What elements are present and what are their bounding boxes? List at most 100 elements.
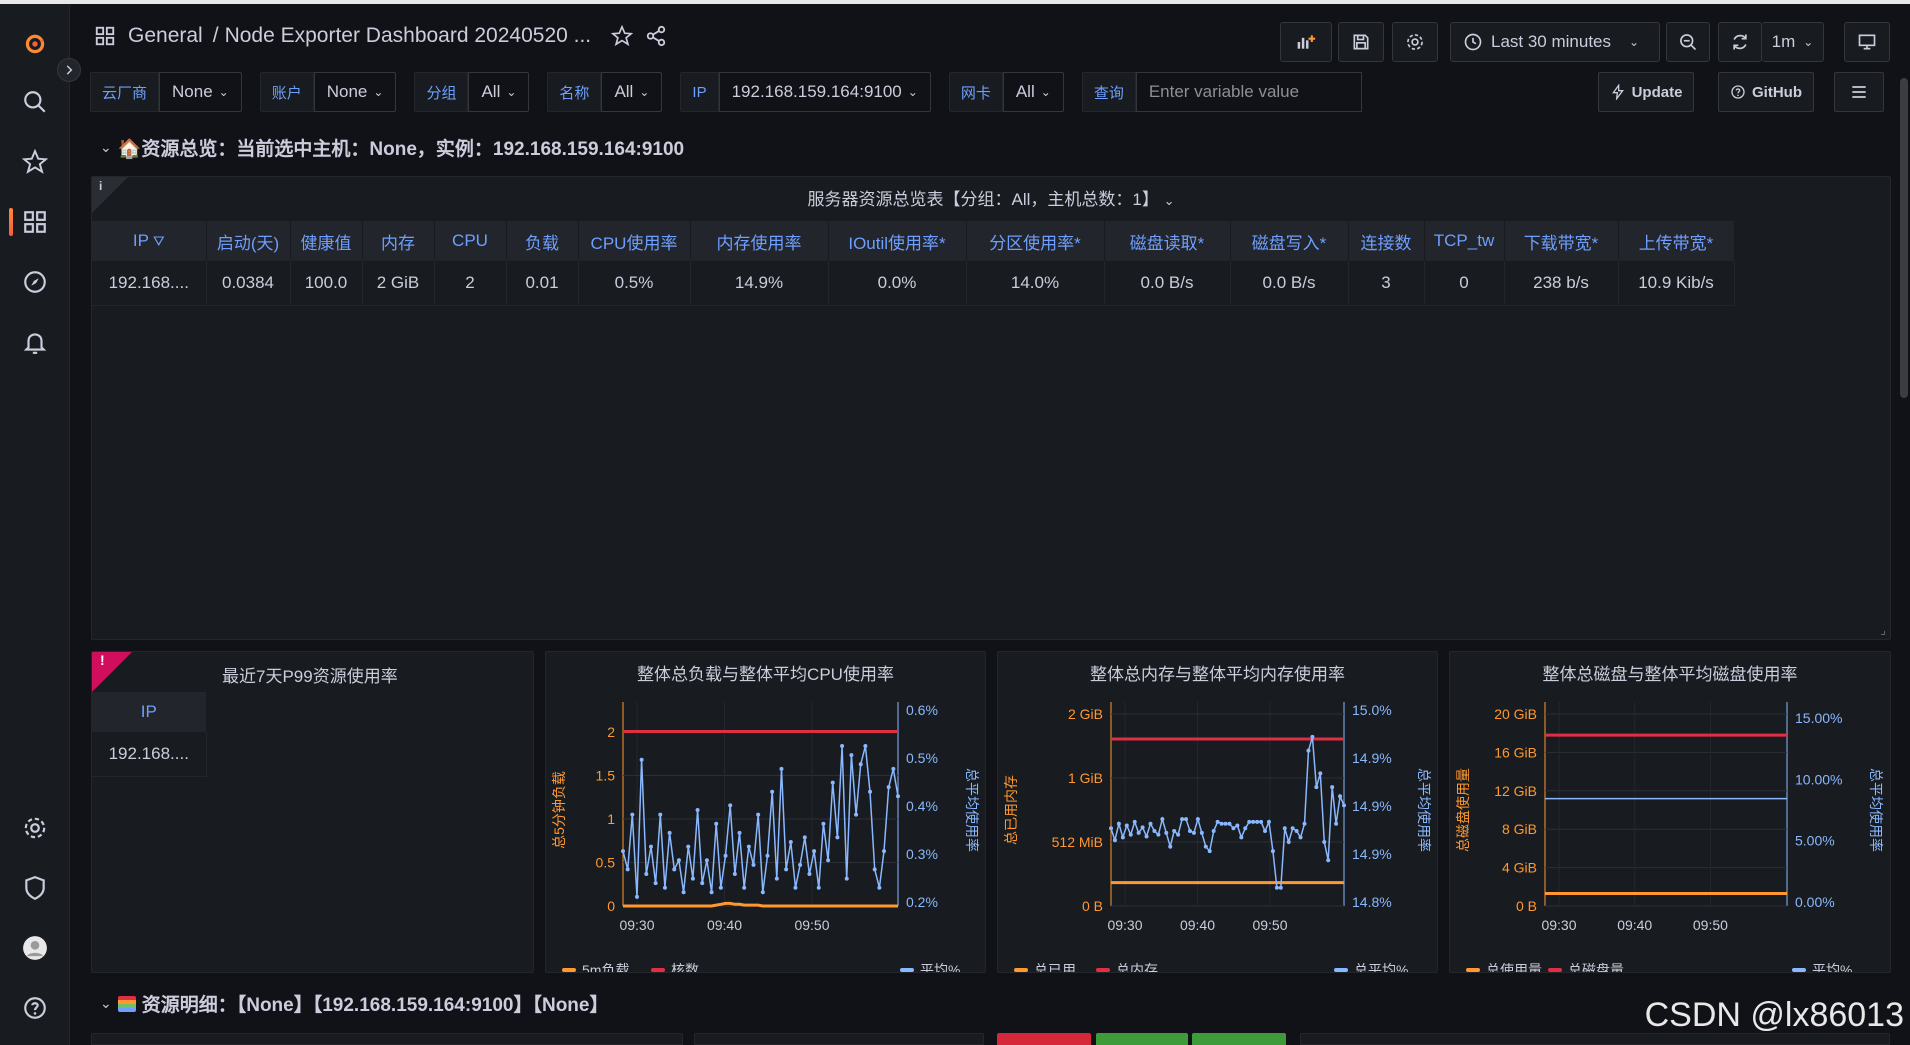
table-header[interactable]: 内存 bbox=[362, 221, 435, 261]
table-header[interactable]: 启动(天) bbox=[206, 221, 291, 261]
data-point bbox=[662, 885, 667, 890]
var-select-group[interactable]: All ⌄ bbox=[468, 72, 530, 112]
var-query-input[interactable]: Enter variable value bbox=[1135, 72, 1362, 112]
data-point bbox=[746, 844, 751, 849]
chevron-down-icon: ⌄ bbox=[1040, 85, 1051, 99]
data-point bbox=[704, 858, 709, 863]
data-point bbox=[686, 844, 691, 849]
legend-item[interactable]: 核数 bbox=[651, 960, 699, 972]
zoom-out-button[interactable] bbox=[1666, 22, 1710, 62]
y-right-tick-label: 0.5% bbox=[906, 750, 938, 766]
var-value: None bbox=[326, 82, 368, 101]
legend-item[interactable]: 总内存 bbox=[1096, 960, 1158, 972]
table-header[interactable]: 磁盘读取* bbox=[1104, 221, 1231, 261]
legend-label: 平均% bbox=[920, 962, 961, 973]
var-label-group: 分组 bbox=[414, 72, 469, 112]
data-point bbox=[821, 821, 826, 826]
p99-table: IP 192.168.... bbox=[92, 692, 207, 777]
tv-mode-button[interactable] bbox=[1844, 22, 1890, 62]
time-range-picker[interactable]: Last 30 minutes ⌄ bbox=[1450, 22, 1660, 62]
data-point bbox=[1266, 819, 1271, 824]
x-tick-label: 09:30 bbox=[1107, 917, 1142, 933]
refresh-interval-picker[interactable]: 1m ⌄ bbox=[1762, 22, 1824, 62]
table-header[interactable]: CPU bbox=[434, 221, 507, 261]
add-panel-button[interactable] bbox=[1280, 22, 1332, 62]
legend-item[interactable]: 5m负载 bbox=[562, 960, 629, 972]
chevron-down-icon: ⌄ bbox=[506, 85, 517, 99]
table-header[interactable]: 连接数 bbox=[1348, 221, 1425, 261]
user-avatar[interactable] bbox=[17, 930, 53, 966]
table-header[interactable]: IP ⛛ bbox=[92, 221, 207, 261]
help-icon[interactable] bbox=[17, 990, 53, 1026]
table-header[interactable]: 内存使用率 bbox=[690, 221, 829, 261]
var-select-account[interactable]: None ⌄ bbox=[313, 72, 397, 112]
data-point bbox=[816, 885, 821, 890]
table-header[interactable]: 下载带宽* bbox=[1504, 221, 1619, 261]
row-header-detail[interactable]: ⌄ 资源明细：【None】【192.168.159.164:9100】【None… bbox=[100, 990, 608, 1017]
table-header[interactable]: 健康值 bbox=[290, 221, 363, 261]
menu-button[interactable] bbox=[1834, 72, 1884, 112]
legend-item[interactable]: 平均% bbox=[1792, 960, 1852, 972]
legend-label: 总平均% bbox=[1354, 962, 1409, 973]
var-select-name[interactable]: All ⌄ bbox=[601, 72, 663, 112]
github-link-button[interactable]: GitHub bbox=[1718, 72, 1814, 112]
sidebar-expand-button[interactable] bbox=[57, 58, 81, 82]
update-link-label: Update bbox=[1631, 83, 1683, 101]
y-right-axis-label: 总平均使用率 bbox=[964, 768, 980, 852]
panel-title[interactable]: 服务器资源总览表【分组：All，主机总数：1】 ⌄ bbox=[92, 185, 1890, 210]
legend-item[interactable]: 总磁盘量 bbox=[1548, 960, 1624, 972]
data-point bbox=[1128, 832, 1133, 837]
data-point bbox=[1219, 821, 1224, 826]
data-point bbox=[676, 858, 681, 863]
panel-error-corner[interactable]: ! bbox=[92, 652, 132, 692]
table-header[interactable]: TCP_tw bbox=[1424, 221, 1505, 261]
table-header[interactable]: CPU使用率 bbox=[578, 221, 691, 261]
table-header[interactable]: IP bbox=[92, 692, 207, 732]
legend-item[interactable]: 总已用 bbox=[1014, 960, 1076, 972]
share-icon[interactable] bbox=[645, 25, 667, 47]
table-header[interactable]: IOutil使用率* bbox=[828, 221, 967, 261]
table-header[interactable]: 负载 bbox=[506, 221, 579, 261]
data-point bbox=[826, 858, 831, 863]
refresh-button[interactable] bbox=[1718, 22, 1762, 62]
var-select-nic[interactable]: All ⌄ bbox=[1002, 72, 1064, 112]
dashboard-title[interactable]: Node Exporter Dashboard 20240520 ... bbox=[225, 24, 592, 48]
data-point bbox=[1302, 821, 1307, 826]
var-select-ip[interactable]: 192.168.159.164:9100 ⌄ bbox=[718, 72, 931, 112]
y-tick-label: 0.5 bbox=[596, 855, 616, 871]
table-header[interactable]: 磁盘写入* bbox=[1230, 221, 1349, 261]
page-scrollbar[interactable] bbox=[1900, 78, 1908, 398]
dashboard-settings-button[interactable] bbox=[1392, 22, 1438, 62]
table-header[interactable]: 分区使用率* bbox=[966, 221, 1105, 261]
data-point bbox=[1330, 785, 1335, 790]
y-tick-label: 4 GiB bbox=[1502, 860, 1537, 876]
legend-item[interactable]: 总使用量 bbox=[1466, 960, 1542, 972]
star-icon[interactable] bbox=[611, 25, 634, 47]
starred-icon[interactable] bbox=[17, 144, 53, 180]
explore-icon[interactable] bbox=[17, 264, 53, 300]
update-link-button[interactable]: Update bbox=[1598, 72, 1694, 112]
shield-icon[interactable] bbox=[17, 870, 53, 906]
table-header[interactable]: 上传带宽* bbox=[1618, 221, 1735, 261]
filter-icon[interactable]: ⛛ bbox=[149, 233, 165, 249]
data-point bbox=[653, 881, 658, 886]
var-select-cloud[interactable]: None ⌄ bbox=[159, 72, 242, 112]
search-icon[interactable] bbox=[17, 84, 53, 120]
resize-handle-icon[interactable]: ⌟ bbox=[1880, 623, 1886, 637]
data-point bbox=[882, 849, 887, 854]
grafana-logo-icon[interactable] bbox=[17, 26, 53, 62]
legend-item[interactable]: 平均% bbox=[900, 960, 961, 973]
settings-gear-icon[interactable] bbox=[17, 810, 53, 846]
alerting-bell-icon[interactable] bbox=[17, 324, 53, 360]
chevron-down-icon: ⌄ bbox=[639, 85, 650, 99]
data-point bbox=[723, 853, 728, 858]
breadcrumb-folder[interactable]: General bbox=[128, 24, 203, 48]
data-point bbox=[1270, 849, 1275, 854]
row-header-overview[interactable]: ⌄ 🏠资源总览：当前选中主机：None，实例：192.168.159.164:9… bbox=[100, 134, 684, 161]
panel-title[interactable]: 最近7天P99资源使用率 bbox=[222, 662, 398, 687]
data-point bbox=[760, 890, 765, 895]
data-point bbox=[718, 885, 723, 890]
legend-item[interactable]: 总平均% bbox=[1334, 960, 1409, 973]
dashboards-icon[interactable] bbox=[9, 204, 53, 240]
save-dashboard-button[interactable] bbox=[1338, 22, 1384, 62]
